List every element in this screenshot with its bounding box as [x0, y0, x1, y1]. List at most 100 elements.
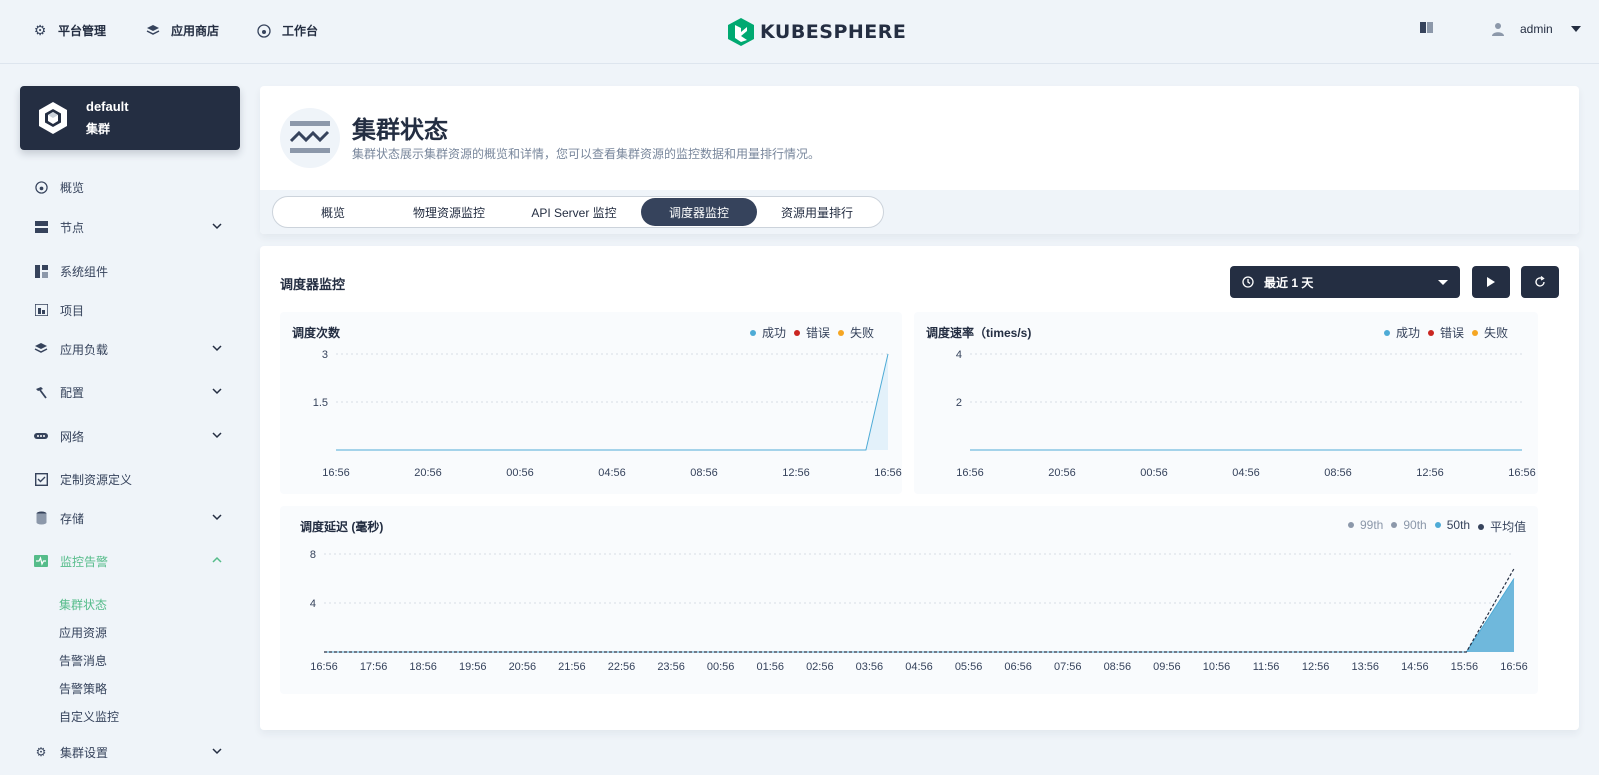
- y-tick-label: 2: [956, 397, 962, 409]
- gear-icon: ⚙: [33, 22, 47, 38]
- sidebar-item-label: 配置: [60, 385, 85, 400]
- chart-plot-area: 8 4 16:56 17:56 18:56 19:56 20:56 21:56 22:56 23:…: [310, 549, 1528, 673]
- x-tick-label: 14:56: [1401, 661, 1429, 673]
- x-tick-label: 02:56: [806, 661, 834, 673]
- network-icon: [34, 429, 48, 443]
- components-icon: [34, 264, 48, 278]
- x-tick-label: 10:56: [1203, 661, 1231, 673]
- sidebar-subitem-alert-policies[interactable]: 告警策略: [59, 680, 107, 697]
- x-tick-label: 00:56: [506, 467, 534, 479]
- x-tick-label: 16:56: [1508, 467, 1536, 479]
- sidebar-item-config[interactable]: 配置: [34, 382, 224, 402]
- cluster-name: default: [86, 99, 129, 114]
- x-tick-label: 05:56: [955, 661, 983, 673]
- x-tick-label: 00:56: [707, 661, 735, 673]
- sidebar-item-label: 概览: [60, 180, 85, 195]
- y-tick-label: 4: [310, 598, 316, 610]
- tab-scheduler[interactable]: 调度器监控: [641, 198, 757, 226]
- sidebar-subitem-alert-messages[interactable]: 告警消息: [59, 652, 107, 669]
- cluster-cube-icon: [39, 102, 67, 134]
- x-tick-label: 23:56: [657, 661, 685, 673]
- x-tick-label: 06:56: [1004, 661, 1032, 673]
- kubesphere-logo-icon: [728, 18, 754, 46]
- sidebar-subitem-app-resources[interactable]: 应用资源: [59, 624, 107, 641]
- tab-resource-ranking[interactable]: 资源用量排行: [757, 198, 877, 226]
- page-header: 集群状态 集群状态展示集群资源的概览和详情，您可以查看集群资源的监控数据和用量排…: [260, 86, 1579, 234]
- chart-plot-area: 4 2 16:56 20:56 00:56 04:56 08:56 12:56 16:56: [956, 349, 1536, 479]
- chart-schedule-count: 调度次数 成功 错误 失败 3 1.5 16:56 20:56 00:56 04:56 08…: [280, 312, 902, 494]
- chart-schedule-rate: 调度速率（times/s) 成功 错误 失败 4 2 16:56 20:56 00:56…: [914, 312, 1538, 494]
- sidebar-item-nodes[interactable]: 节点: [34, 217, 224, 237]
- clock-icon: [1242, 276, 1254, 288]
- tab-group: 概览 物理资源监控 API Server 监控 调度器监控 资源用量排行: [272, 196, 884, 228]
- x-tick-label: 13:56: [1351, 661, 1379, 673]
- x-tick-label: 08:56: [690, 467, 718, 479]
- user-menu[interactable]: admin: [1492, 22, 1581, 36]
- sidebar-item-projects[interactable]: 项目: [34, 300, 224, 320]
- project-icon: [34, 303, 48, 317]
- x-tick-label: 20:56: [414, 467, 442, 479]
- cluster-card[interactable]: default 集群: [20, 86, 240, 150]
- sidebar-item-label: 网络: [60, 429, 85, 444]
- docs-button[interactable]: [1420, 22, 1434, 34]
- series-area: [324, 578, 1514, 652]
- page-description: 集群状态展示集群资源的概览和详情，您可以查看集群资源的监控数据和用量排行情况。: [352, 147, 821, 161]
- caret-down-icon: [1570, 26, 1581, 32]
- chevron-down-icon: [212, 345, 222, 352]
- sidebar-item-cluster-settings[interactable]: ⚙ 集群设置: [34, 742, 224, 762]
- play-button[interactable]: [1472, 266, 1510, 298]
- dashboard-icon: [256, 23, 272, 39]
- x-tick-label: 15:56: [1451, 661, 1479, 673]
- crd-icon: [34, 472, 48, 486]
- sidebar-item-workloads[interactable]: 应用负载: [34, 339, 224, 359]
- cluster-status-icon: [280, 108, 340, 168]
- chart-schedule-latency: 调度延迟 (毫秒) 99th 90th 50th 平均值 8 4 16:56 17:5…: [280, 506, 1538, 694]
- chart-plot-area: 3 1.5 16:56 20:56 00:56 04:56 08:56 12:56 16:56: [313, 349, 902, 479]
- x-tick-label: 09:56: [1153, 661, 1181, 673]
- sidebar-item-network[interactable]: 网络: [34, 426, 224, 446]
- sidebar-item-crd[interactable]: 定制资源定义: [34, 469, 224, 489]
- sidebar-item-monitoring[interactable]: 监控告警: [34, 551, 224, 571]
- nav-label: 平台管理: [58, 24, 107, 38]
- x-tick-label: 16:56: [322, 467, 350, 479]
- hammer-icon: [34, 385, 48, 399]
- chevron-down-icon: [212, 748, 222, 755]
- x-tick-label: 16:56: [874, 467, 902, 479]
- x-tick-label: 03:56: [856, 661, 884, 673]
- nav-platform-management[interactable]: ⚙ 平台管理: [32, 22, 106, 39]
- refresh-button[interactable]: [1521, 266, 1559, 298]
- sidebar-subitem-cluster-status[interactable]: 集群状态: [59, 596, 107, 613]
- sidebar-item-overview[interactable]: 概览: [34, 177, 224, 197]
- layers-icon: [34, 342, 48, 356]
- sidebar-item-label: 存储: [60, 511, 85, 526]
- nav-label: 应用商店: [171, 24, 220, 38]
- sidebar-item-label: 监控告警: [60, 554, 109, 569]
- chevron-down-icon: [212, 432, 222, 439]
- x-tick-label: 00:56: [1140, 467, 1168, 479]
- sidebar-item-label: 应用负载: [60, 342, 109, 357]
- time-range-select[interactable]: 最近 1 天: [1230, 266, 1460, 298]
- nav-workbench[interactable]: 工作台: [256, 22, 318, 39]
- caret-down-icon: [1438, 280, 1448, 285]
- refresh-icon: [1535, 276, 1545, 287]
- x-tick-label: 21:56: [558, 661, 586, 673]
- server-icon: [34, 220, 48, 234]
- sidebar-item-components[interactable]: 系统组件: [34, 261, 224, 281]
- sidebar-item-storage[interactable]: 存储: [34, 508, 224, 528]
- top-navigation: ⚙ 平台管理 应用商店 工作台 KUBESPHERE admin: [0, 0, 1599, 64]
- sidebar-item-label: 项目: [60, 303, 85, 318]
- sidebar-subitem-custom-monitoring[interactable]: 自定义监控: [59, 708, 119, 725]
- x-tick-label: 08:56: [1324, 467, 1352, 479]
- cluster-subtitle: 集群: [86, 122, 111, 136]
- tab-overview[interactable]: 概览: [275, 198, 391, 226]
- user-name: admin: [1520, 22, 1553, 36]
- book-icon: [1420, 22, 1433, 33]
- series-line: [324, 578, 1515, 653]
- x-tick-label: 04:56: [598, 467, 626, 479]
- nav-app-store[interactable]: 应用商店: [145, 22, 219, 39]
- tab-physical-resources[interactable]: 物理资源监控: [391, 198, 507, 226]
- x-tick-label: 08:56: [1104, 661, 1132, 673]
- kubesphere-logo[interactable]: KUBESPHERE: [728, 18, 906, 46]
- x-tick-label: 16:56: [956, 467, 984, 479]
- tab-api-server[interactable]: API Server 监控: [507, 198, 641, 226]
